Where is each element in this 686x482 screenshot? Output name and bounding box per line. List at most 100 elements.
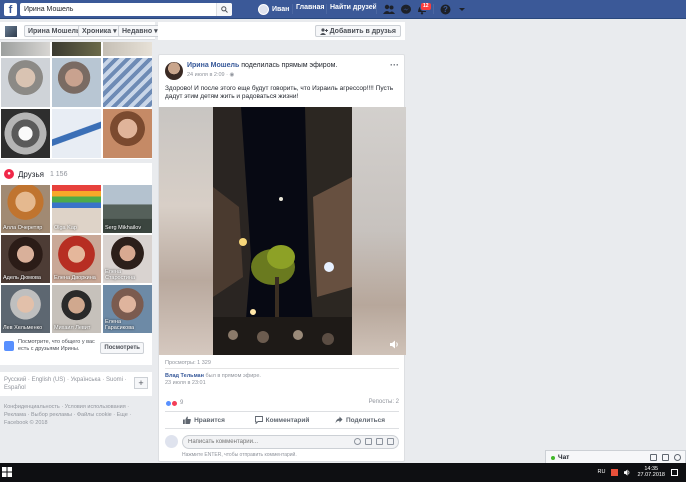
friend-tile[interactable]: Olga Kap [52, 185, 101, 233]
friends-title: Друзья [18, 169, 44, 179]
nav-divider [292, 4, 293, 14]
camera-icon[interactable] [365, 438, 372, 445]
photo-thumbnail[interactable] [52, 58, 101, 107]
post-timestamp[interactable]: 24 июля в 2:09 · ◉ [187, 72, 234, 78]
post-header: Ирина Мошель поделилась прямым эфиром. [187, 62, 337, 69]
comment-icon [254, 416, 263, 424]
chat-label: Чат [558, 454, 570, 461]
chat-tools [650, 454, 681, 461]
friend-tile[interactable]: Елена Старостина [103, 235, 152, 283]
globe-icon: ◉ [229, 72, 235, 78]
friend-tile[interactable]: Serg Mikhailov [103, 185, 152, 233]
messenger-icon[interactable] [400, 4, 412, 15]
nav-home-link[interactable]: Главная [296, 4, 324, 11]
photo-thumbnail[interactable] [1, 42, 50, 56]
shared-live-info: Влад Тельман был в прямом эфире. 23 июля… [165, 368, 399, 387]
reposts-count[interactable]: Репосты: 2 [369, 399, 399, 405]
photo-thumbnail[interactable] [1, 58, 50, 107]
video-blurred-edge [159, 107, 213, 355]
language-links[interactable]: Русский · English (US) · Українська · Su… [4, 376, 148, 384]
input-language[interactable]: RU [598, 469, 606, 475]
profile-subnav: Ирина Мошель Хроника ▾ Недавно ▾ [0, 22, 162, 40]
nav-profile-link[interactable]: Иван [258, 3, 289, 16]
system-tray: RU 14:35 27.07.2018 [598, 466, 678, 478]
language-links-more[interactable]: Español [4, 384, 148, 392]
emoji-icon[interactable] [354, 438, 361, 445]
reshare-time[interactable]: 23 июля в 23:01 [165, 380, 399, 387]
tray-app-icon[interactable] [611, 468, 619, 476]
svg-text:?: ? [443, 5, 448, 14]
reactions-summary[interactable]: 9 Репосты: 2 [165, 397, 399, 409]
comment-button[interactable]: Комментарий [243, 412, 321, 428]
gif-icon[interactable] [376, 438, 383, 445]
sticker-icon[interactable] [387, 438, 394, 445]
comment-input[interactable] [183, 436, 333, 448]
enter-hint: Нажмите ENTER, чтобы отправить комментар… [182, 452, 297, 458]
photo-thumbnail[interactable] [103, 42, 152, 56]
photo-thumbnail[interactable] [52, 109, 101, 158]
video-scene-image [213, 107, 352, 355]
right-sidebar [410, 20, 686, 462]
friend-name: Адель Дюмова [3, 275, 41, 281]
friend-tile[interactable]: Михаил Левит [52, 285, 101, 333]
recent-dropdown[interactable]: Недавно ▾ [118, 25, 162, 37]
search-input[interactable] [20, 3, 215, 16]
photo-thumbnail[interactable] [52, 42, 101, 56]
windows-start-icon[interactable] [2, 467, 12, 477]
friend-requests-icon[interactable] [383, 4, 395, 15]
chat-settings-gear-icon[interactable] [674, 454, 681, 461]
nav-find-friends-link[interactable]: Найти друзей [330, 4, 377, 11]
post-text: Здорово! И после этого еще будут говорит… [165, 85, 394, 100]
friend-tile[interactable]: Адель Дюмова [1, 235, 50, 283]
share-button[interactable]: Поделиться [321, 412, 399, 428]
search-box[interactable] [20, 3, 232, 16]
photo-thumbnail[interactable] [103, 109, 152, 158]
friend-tile[interactable]: Елена Гарасикова [103, 285, 152, 333]
friend-name: Serg Mikhailov [105, 225, 142, 231]
online-status-icon [551, 455, 555, 460]
system-clock[interactable]: 14:35 27.07.2018 [637, 466, 665, 478]
help-icon[interactable]: ? [440, 4, 452, 15]
post-author-avatar[interactable] [165, 62, 183, 80]
nav-divider [326, 4, 327, 14]
volume-tray-icon[interactable] [624, 468, 631, 476]
comment-input-box[interactable] [182, 435, 399, 449]
volume-icon[interactable] [390, 340, 400, 349]
facebook-logo-icon[interactable]: f [4, 3, 17, 16]
profile-thumbnail[interactable] [4, 25, 18, 38]
video-frame [213, 107, 352, 355]
friend-tile[interactable]: Елена Дворкина [52, 235, 101, 283]
timeline-tab[interactable]: Хроника ▾ [78, 25, 121, 37]
add-language-button[interactable]: + [134, 377, 148, 389]
new-message-icon[interactable] [650, 454, 657, 461]
clock-date: 27.07.2018 [637, 472, 665, 478]
footer-line[interactable]: Конфиденциальность · Условия использован… [4, 403, 152, 411]
live-video-player[interactable] [159, 107, 406, 355]
photo-thumbnail[interactable] [1, 109, 50, 158]
friends-header[interactable]: ● Друзья 1 156 [4, 169, 67, 179]
feed-post: Ирина Мошель поделилась прямым эфиром. 2… [158, 54, 406, 462]
photo-thumbnail[interactable] [103, 58, 152, 107]
profile-name-button[interactable]: Ирина Мошель [24, 25, 85, 37]
friends-count: 1 156 [49, 170, 68, 178]
view-mutual-button[interactable]: Посмотреть [100, 342, 144, 354]
friends-card: ● Друзья 1 156 Алла Очеретяр Olga Kap Se… [0, 163, 152, 365]
chevron-down-icon: ▾ [113, 28, 117, 35]
top-navigation-bar: f Иван Главная Найти друзей 12 ? [0, 0, 686, 19]
footer-line[interactable]: Реклама · Выбор рекламы · Файлы cookie ·… [4, 411, 152, 419]
search-button[interactable] [216, 3, 232, 16]
notification-center-icon[interactable] [671, 468, 678, 476]
chat-bar[interactable]: Чат [545, 450, 686, 464]
reshare-author-link[interactable]: Влад Тельман [165, 373, 204, 379]
post-options-icon[interactable]: ··· [390, 60, 399, 70]
post-author-link[interactable]: Ирина Мошель [187, 62, 239, 69]
add-friend-button[interactable]: Добавить в друзья [314, 25, 401, 37]
love-reaction-icon [171, 399, 178, 407]
account-menu-chevron-icon[interactable] [456, 4, 468, 15]
reshare-action: был в прямом эфире. [205, 373, 261, 379]
friend-tile[interactable]: Лев Хельменко [1, 285, 50, 333]
like-button[interactable]: Нравится [165, 412, 243, 428]
nav-user-name: Иван [272, 6, 290, 13]
create-group-icon[interactable] [662, 454, 669, 461]
friend-tile[interactable]: Алла Очеретяр [1, 185, 50, 233]
